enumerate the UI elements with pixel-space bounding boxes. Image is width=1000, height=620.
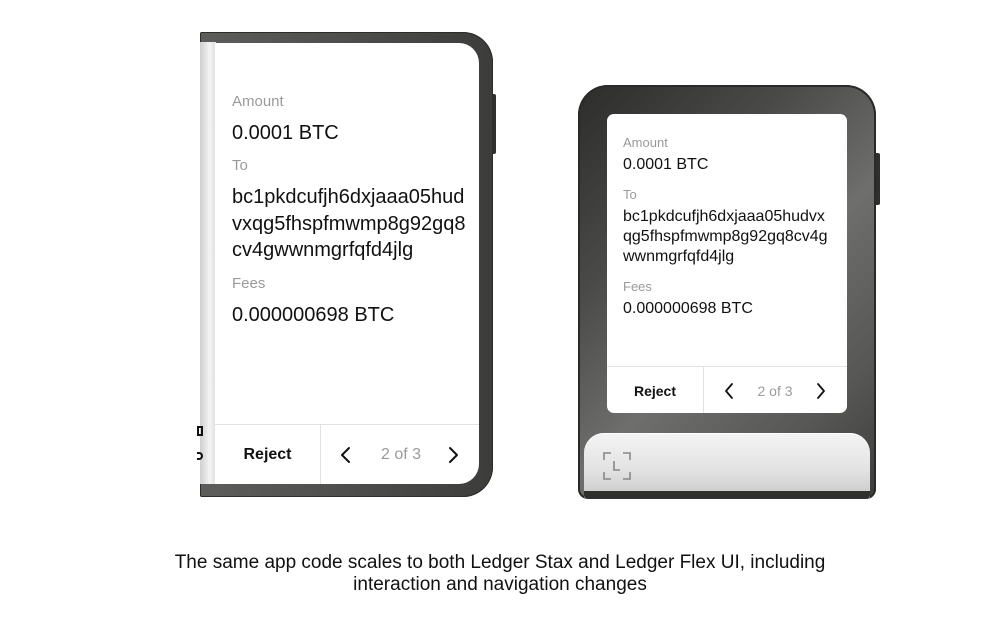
- to-address-value: bc1pkdcufjh6dxjaaa05hudvxqg5fhspfmwmp8g9…: [232, 186, 466, 261]
- chevron-left-icon[interactable]: [336, 444, 356, 466]
- caption-line-1: The same app code scales to both Ledger …: [174, 552, 826, 573]
- flex-base-edge: [584, 491, 870, 499]
- flex-side-button[interactable]: [876, 153, 880, 205]
- amount-label: Amount: [232, 93, 284, 110]
- spine-glyph-icon: [197, 426, 203, 436]
- fees-value: 0.000000698 BTC: [232, 303, 395, 326]
- page-indicator: 2 of 3: [380, 446, 422, 463]
- amount-value: 0.0001 BTC: [623, 156, 709, 173]
- ledger-stax-device: Amount 0.0001 BTC To bc1pkdcufjh6dxjaaa0…: [200, 32, 496, 497]
- reject-button[interactable]: Reject: [215, 425, 321, 484]
- reject-button[interactable]: Reject: [607, 367, 704, 413]
- flex-transaction-review: Amount 0.0001 BTC To bc1pkdcufjh6dxjaaa0…: [623, 135, 838, 331]
- stax-screen: Amount 0.0001 BTC To bc1pkdcufjh6dxjaaa0…: [215, 43, 479, 484]
- to-label: To: [623, 187, 637, 202]
- to-address-value: bc1pkdcufjh6dxjaaa05hudvxqg5fhspfmwmp8g9…: [623, 208, 828, 265]
- fees-label: Fees: [623, 279, 652, 294]
- fees-label: Fees: [232, 274, 266, 292]
- flex-screen: Amount 0.0001 BTC To bc1pkdcufjh6dxjaaa0…: [607, 114, 847, 413]
- amount-value: 0.0001 BTC: [232, 122, 339, 144]
- stax-side-button[interactable]: [492, 94, 496, 154]
- chevron-right-icon[interactable]: [812, 381, 830, 401]
- ledger-flex-device: Amount 0.0001 BTC To bc1pkdcufjh6dxjaaa0…: [578, 85, 882, 503]
- chevron-right-icon[interactable]: [443, 444, 463, 466]
- stax-device-spine: [200, 42, 216, 484]
- scan-frame-icon[interactable]: [602, 451, 632, 481]
- caption-line-2: interaction and navigation changes: [353, 574, 647, 595]
- fees-value: 0.000000698 BTC: [623, 300, 753, 317]
- to-label: To: [232, 157, 248, 174]
- stax-navigation-bar: Reject 2 of 3: [215, 424, 479, 484]
- stax-transaction-review: Amount 0.0001 BTC To bc1pkdcufjh6dxjaaa0…: [232, 93, 472, 339]
- page-indicator: 2 of 3: [757, 383, 793, 399]
- chevron-left-icon[interactable]: [720, 381, 738, 401]
- caption: The same app code scales to both Ledger …: [100, 552, 900, 596]
- amount-label: Amount: [623, 135, 668, 150]
- flex-navigation-bar: Reject 2 of 3: [607, 366, 847, 413]
